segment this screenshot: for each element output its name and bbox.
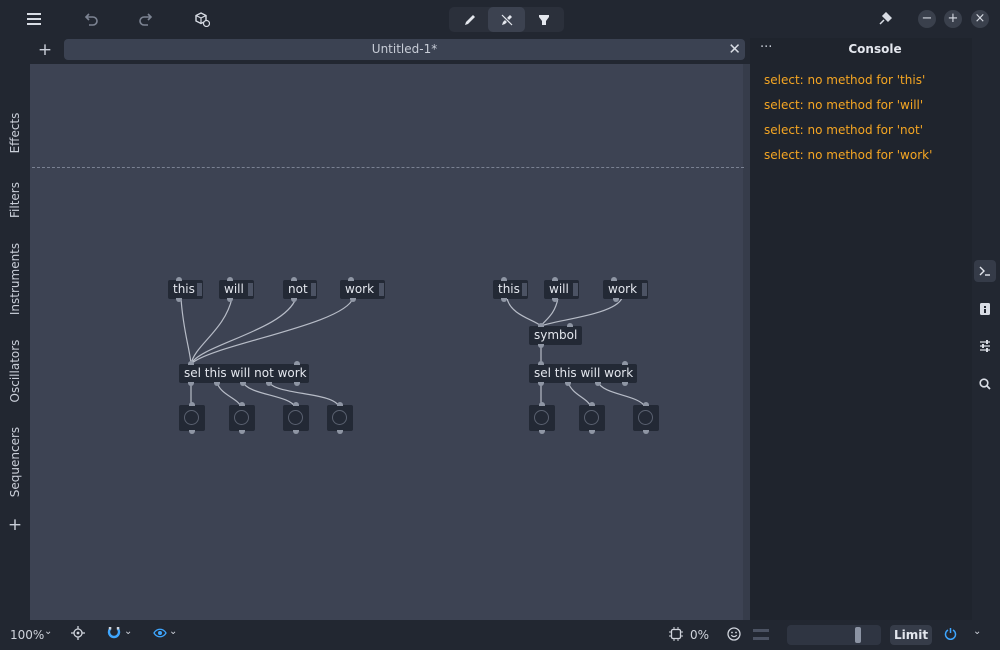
bang-button[interactable] <box>229 402 255 434</box>
console-line: select: no method for 'will' <box>764 98 924 112</box>
chevron-down-icon[interactable]: ⌄ <box>44 626 52 637</box>
message-text: will <box>549 282 569 296</box>
bang-button[interactable] <box>179 402 205 434</box>
console-menu-icon[interactable]: ··· <box>760 40 772 55</box>
console-line: select: no method for 'work' <box>764 148 933 162</box>
console-title: Console <box>848 42 902 56</box>
symbol-object[interactable]: symbol <box>529 323 582 348</box>
object-text: symbol <box>534 328 578 342</box>
level-meter-icon <box>753 628 769 645</box>
message-text: work <box>345 282 375 296</box>
bang-button[interactable] <box>579 402 605 434</box>
connection <box>216 381 242 408</box>
zoom-level[interactable]: 100% <box>10 628 44 642</box>
message-box[interactable]: work <box>340 277 385 302</box>
bang-button[interactable] <box>529 402 555 434</box>
message-text: this <box>498 282 520 296</box>
message-box[interactable]: not <box>283 277 317 302</box>
chevron-down-icon[interactable]: ⌄ <box>169 626 177 637</box>
console-toggle-icon[interactable] <box>974 260 996 282</box>
bang-button[interactable] <box>633 402 659 434</box>
connection <box>268 381 340 408</box>
message-box[interactable]: will <box>544 277 579 302</box>
connection <box>567 381 592 408</box>
volume-slider-handle[interactable] <box>855 627 861 643</box>
chevron-down-icon[interactable]: ⌄ <box>973 626 981 637</box>
select-object[interactable]: sel this will not work <box>179 361 309 386</box>
connection <box>190 297 297 365</box>
message-text: this <box>173 282 195 296</box>
magnet-icon[interactable] <box>107 626 121 643</box>
connection <box>180 297 192 365</box>
volume-slider[interactable] <box>787 625 881 645</box>
bang-button[interactable] <box>283 402 309 434</box>
chevron-down-icon[interactable]: ⌄ <box>124 626 132 637</box>
console-line: select: no method for 'not' <box>764 123 923 137</box>
power-icon[interactable] <box>944 627 957 643</box>
limit-button[interactable]: Limit <box>890 625 932 645</box>
bang-button[interactable] <box>327 402 353 434</box>
search-icon[interactable] <box>974 373 996 395</box>
cpu-icon <box>669 627 683 644</box>
documentation-icon[interactable] <box>974 298 996 320</box>
right-tool-strip <box>972 38 1000 620</box>
object-text: sel this will not work <box>184 366 307 380</box>
message-box[interactable]: this <box>168 277 203 302</box>
console-line: select: no method for 'this' <box>764 73 926 87</box>
message-box[interactable]: will <box>219 277 254 302</box>
smiley-icon[interactable] <box>727 627 741 644</box>
object-text: sel this will work <box>534 366 634 380</box>
message-box[interactable]: work <box>603 277 648 302</box>
message-text: work <box>608 282 638 296</box>
message-text: not <box>288 282 308 296</box>
connection <box>597 381 646 408</box>
eye-icon[interactable] <box>153 627 167 641</box>
crosshair-icon[interactable] <box>71 626 85 643</box>
message-text: will <box>224 282 244 296</box>
connection <box>506 297 542 327</box>
connection <box>190 297 354 365</box>
message-box[interactable]: this <box>493 277 528 302</box>
inspector-icon[interactable] <box>974 335 996 357</box>
select-object[interactable]: sel this will work <box>529 361 637 386</box>
cpu-usage: 0% <box>690 628 710 642</box>
